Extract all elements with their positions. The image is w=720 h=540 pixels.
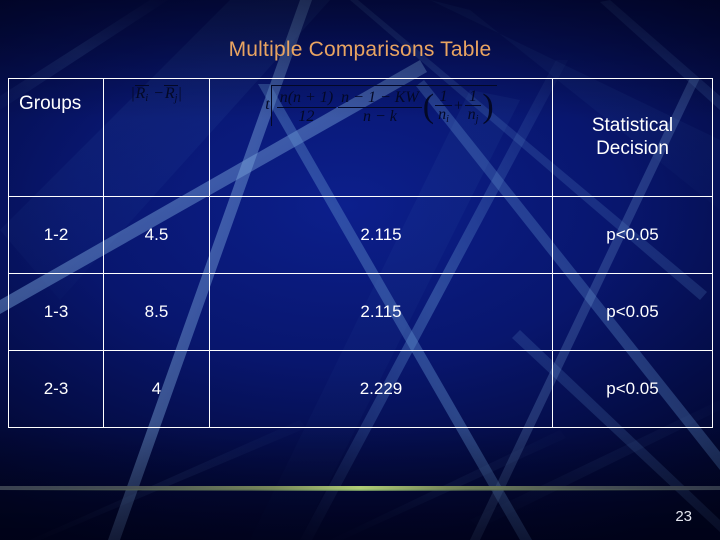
cell-groups: 2-3 <box>8 350 104 428</box>
cell-rank-difference: 4.5 <box>103 196 210 274</box>
formula-fraction-2: n − 1 − KW n − k <box>338 89 422 125</box>
formula-fraction-1: n(n + 1) 12 <box>276 89 337 125</box>
formula-mean-rank-difference: |Ri −Rj| <box>104 85 209 105</box>
column-header-decision-line1: Statistical <box>591 115 674 137</box>
column-header-groups: Groups <box>8 78 104 197</box>
formula-sub-i: i <box>145 93 149 104</box>
formula-radical: n(n + 1) 12 n − 1 − KW n − k(1 ni +1 nj) <box>270 85 497 127</box>
column-header-statistical-decision: Statistical Decision <box>552 78 713 197</box>
formula-sub-ni: i <box>446 114 449 126</box>
formula-critical-value: t n(n + 1) 12 n − 1 − KW n − k(1 ni +1 nj) <box>210 85 552 127</box>
formula-fraction-3: 1 ni <box>435 88 452 126</box>
cell-groups: 1-2 <box>8 196 104 274</box>
table-header-row: Groups |Ri −Rj| t n(n + 1) 12 n − 1 − KW n −… <box>8 78 713 197</box>
cell-groups: 1-3 <box>8 273 104 351</box>
cell-statistical-decision: p<0.05 <box>552 196 713 274</box>
slide: Multiple Comparisons Table Groups | Ri −R… <box>0 0 720 540</box>
column-header-mean-rank-difference: |Ri −Rj| <box>103 78 210 197</box>
formula-right-bar: | <box>178 85 182 103</box>
formula-paren-open: ( <box>422 87 435 125</box>
formula-fraction-4: 1 nj <box>464 88 482 126</box>
table-row: 2-3 4 2.229 p<0.05 <box>8 350 713 428</box>
formula-minus: − <box>153 85 164 102</box>
table-row: 1-2 4.5 2.115 p<0.05 <box>8 196 713 274</box>
page-number: 23 <box>675 508 692 525</box>
formula-sub-j: j <box>174 93 178 104</box>
formula-t-statistic: t <box>265 96 270 114</box>
table-row: 1-3 8.5 2.115 p<0.05 <box>8 273 713 351</box>
formula-plus: + <box>452 97 464 115</box>
cell-critical-value: 2.229 <box>209 350 553 428</box>
footer-divider-glow <box>0 489 720 491</box>
cell-rank-difference: 4 <box>103 350 210 428</box>
cell-critical-value: 2.115 <box>209 273 553 351</box>
cell-rank-difference: 8.5 <box>103 273 210 351</box>
cell-statistical-decision: p<0.05 <box>552 273 713 351</box>
page-title: Multiple Comparisons Table <box>228 38 492 61</box>
multiple-comparisons-table: Groups |Ri −Rj| t n(n + 1) 12 n − 1 − KW n −… <box>8 78 713 428</box>
cell-critical-value: 2.115 <box>209 196 553 274</box>
formula-r-bar-j: Rj <box>163 85 179 104</box>
formula-paren-close: ) <box>482 87 494 125</box>
column-header-decision-line2: Decision <box>596 137 669 159</box>
formula-sub-nj: j <box>475 114 479 126</box>
cell-statistical-decision: p<0.05 <box>552 350 713 428</box>
formula-r-bar-i: Ri <box>134 85 150 104</box>
column-header-critical-value: t n(n + 1) 12 n − 1 − KW n − k(1 ni +1 nj) <box>209 78 553 197</box>
